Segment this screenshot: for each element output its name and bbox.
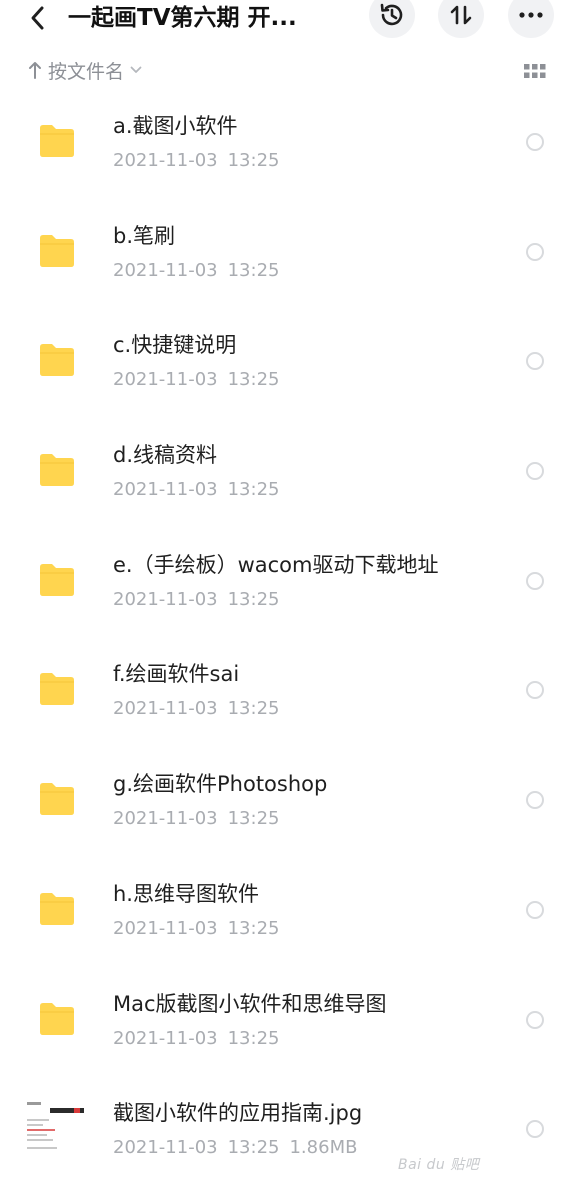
file-date: 2021-11-03 <box>113 479 218 501</box>
history-icon <box>380 3 403 26</box>
file-meta: 2021-11-03 13:25 <box>113 1027 279 1051</box>
folder-icon <box>40 783 74 816</box>
file-date: 2021-11-03 <box>113 698 218 720</box>
grid-view-icon <box>524 64 546 78</box>
file-date: 2021-11-03 <box>113 588 218 610</box>
folder-icon <box>40 234 74 267</box>
select-checkbox[interactable] <box>526 242 544 261</box>
file-time: 13:25 <box>227 808 280 830</box>
file-meta: 2021-11-03 13:25 <box>113 588 279 612</box>
file-time: 13:25 <box>227 1137 280 1159</box>
file-name: 截图小软件的应用指南.jpg <box>113 1101 363 1126</box>
top-bar: 一起画TV第六期 开... <box>0 0 580 40</box>
sort-by-name-button[interactable]: 按文件名 <box>28 56 142 84</box>
file-meta: 2021-11-03 13:25 <box>113 259 279 283</box>
file-meta: 2021-11-03 13:25 <box>113 478 279 502</box>
file-date: 2021-11-03 <box>113 917 218 939</box>
file-row[interactable]: d.线稿资料 2021-11-03 13:25 <box>0 417 580 527</box>
file-row[interactable]: h.思维导图软件 2021-11-03 13:25 <box>0 856 580 966</box>
file-date: 2021-11-03 <box>113 1027 218 1049</box>
history-button[interactable] <box>369 0 415 38</box>
file-name: c.快捷键说明 <box>113 333 237 358</box>
file-row[interactable]: f.绘画软件sai 2021-11-03 13:25 <box>0 636 580 746</box>
select-checkbox[interactable] <box>526 1120 544 1139</box>
file-row[interactable]: c.快捷键说明 2021-11-03 13:25 <box>0 307 580 417</box>
back-button[interactable] <box>22 0 54 36</box>
file-date: 2021-11-03 <box>113 1137 218 1159</box>
file-meta: 2021-11-03 13:25 <box>113 368 279 392</box>
select-checkbox[interactable] <box>526 791 544 810</box>
file-time: 13:25 <box>227 259 280 281</box>
chevron-left-icon <box>31 6 44 30</box>
folder-icon <box>40 673 74 706</box>
select-checkbox[interactable] <box>526 900 544 919</box>
more-dots-icon <box>519 12 543 18</box>
folder-icon <box>40 1002 74 1035</box>
arrow-up-icon <box>29 62 41 79</box>
folder-icon <box>40 563 74 596</box>
file-row[interactable]: b.笔刷 2021-11-03 13:25 <box>0 198 580 308</box>
page-title: 一起画TV第六期 开... <box>68 5 297 31</box>
file-row[interactable]: 截图小软件的应用指南.jpg 2021-11-03 13:25 1.86MB <box>0 1075 580 1185</box>
select-checkbox[interactable] <box>526 1010 544 1029</box>
file-name: Mac版截图小软件和思维导图 <box>113 991 387 1016</box>
file-time: 13:25 <box>227 1027 280 1049</box>
select-checkbox[interactable] <box>526 462 544 481</box>
file-meta: 2021-11-03 13:25 <box>113 149 279 173</box>
file-list: a.截图小软件 2021-11-03 13:25 b.笔刷 2021-11-03 13:2… <box>0 88 580 1185</box>
watermark: Bai du 贴吧 <box>398 1157 480 1173</box>
file-name: g.绘画软件Photoshop <box>113 772 328 797</box>
folder-icon <box>40 125 74 157</box>
chevron-down-icon <box>130 66 142 73</box>
file-meta: 2021-11-03 13:25 <box>113 917 279 941</box>
file-meta: 2021-11-03 13:25 1.86MB <box>113 1136 357 1160</box>
select-checkbox[interactable] <box>526 571 544 590</box>
file-size: 1.86MB <box>289 1137 358 1159</box>
grid-view-button[interactable] <box>524 64 546 80</box>
file-name: f.绘画软件sai <box>113 662 240 687</box>
file-date: 2021-11-03 <box>113 808 218 830</box>
file-row[interactable]: Mac版截图小软件和思维导图 2021-11-03 13:25 <box>0 966 580 1076</box>
file-name: b.笔刷 <box>113 223 176 248</box>
folder-icon <box>40 454 74 487</box>
file-time: 13:25 <box>227 917 280 939</box>
sort-bar: 按文件名 <box>0 50 580 90</box>
sort-arrows-icon <box>450 5 472 25</box>
file-date: 2021-11-03 <box>113 150 218 171</box>
more-button[interactable] <box>508 0 554 38</box>
select-checkbox[interactable] <box>526 133 544 151</box>
file-name: d.线稿资料 <box>113 443 218 468</box>
image-thumbnail <box>24 1095 88 1160</box>
file-row[interactable]: g.绘画软件Photoshop 2021-11-03 13:25 <box>0 746 580 856</box>
folder-icon <box>40 344 74 377</box>
select-checkbox[interactable] <box>526 681 544 700</box>
file-name: a.截图小软件 <box>113 114 238 138</box>
file-name: h.思维导图软件 <box>113 881 259 906</box>
select-checkbox[interactable] <box>526 352 544 371</box>
file-time: 13:25 <box>227 479 280 501</box>
file-meta: 2021-11-03 13:25 <box>113 697 279 721</box>
screen: 一起画TV第六期 开... 按文件名 a.截图小软件 2021-11-03 13… <box>0 0 580 1186</box>
sort-order-button[interactable] <box>438 0 484 38</box>
file-date: 2021-11-03 <box>113 259 218 281</box>
folder-icon <box>40 892 74 925</box>
file-row[interactable]: e.（手绘板）wacom驱动下载地址 2021-11-03 13:25 <box>0 527 580 637</box>
sort-label: 按文件名 <box>48 60 125 83</box>
file-time: 13:25 <box>227 150 280 171</box>
file-time: 13:25 <box>227 369 280 391</box>
file-date: 2021-11-03 <box>113 369 218 391</box>
file-meta: 2021-11-03 13:25 <box>113 807 279 831</box>
file-time: 13:25 <box>227 698 280 720</box>
file-time: 13:25 <box>227 588 280 610</box>
file-row[interactable]: a.截图小软件 2021-11-03 13:25 <box>0 88 580 198</box>
file-name: e.（手绘板）wacom驱动下载地址 <box>113 552 439 577</box>
